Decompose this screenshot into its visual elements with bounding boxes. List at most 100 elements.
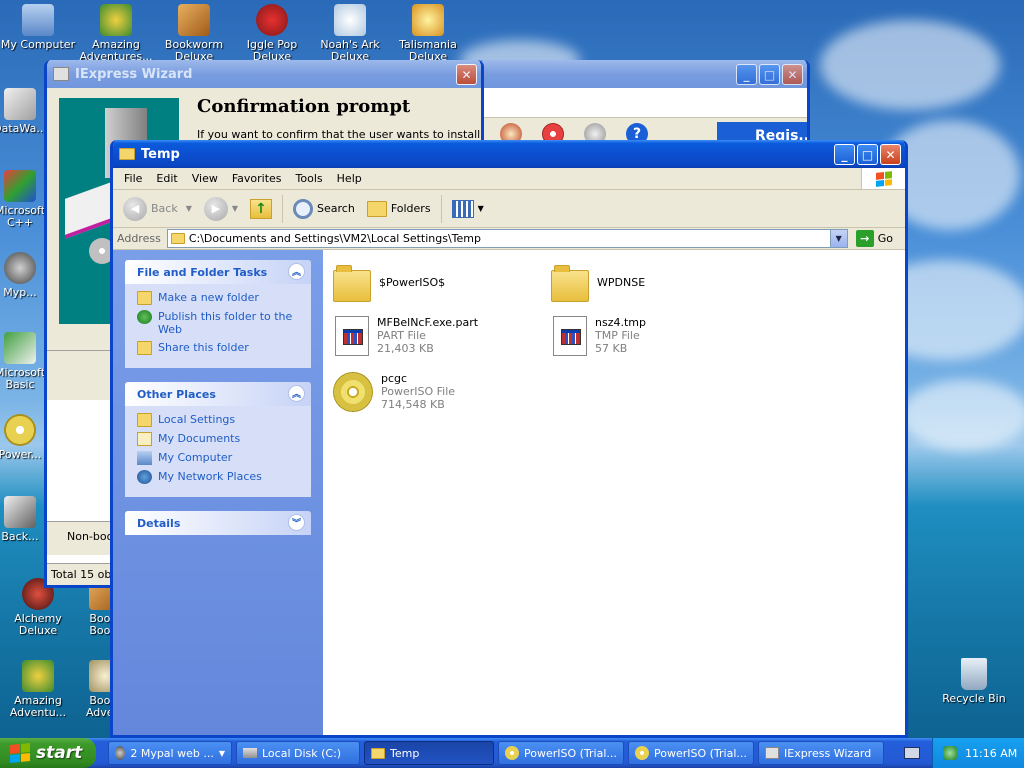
- panel-header[interactable]: Details ︾: [125, 511, 311, 535]
- place-my-computer[interactable]: My Computer: [137, 451, 301, 465]
- desktop-icon-amazing-adventures[interactable]: Amazing Adventures...: [78, 4, 154, 63]
- chevron-down-icon: ▼: [477, 204, 484, 213]
- taskbar-item-poweriso-2[interactable]: PowerISO (Trial...: [628, 741, 754, 765]
- search-button[interactable]: Search: [289, 197, 359, 221]
- desktop-icon-back[interactable]: Back...: [0, 496, 50, 543]
- toolbar: ◀ Back ▼ ▶ ▼ ↑ Search Folders ▼: [113, 190, 905, 228]
- taskbar-item-poweriso-1[interactable]: PowerISO (Trial...: [498, 741, 624, 765]
- iexpress-titlebar[interactable]: IExpress Wizard ✕: [47, 60, 481, 88]
- address-input[interactable]: C:\Documents and Settings\VM2\Local Sett…: [166, 229, 848, 248]
- menu-help[interactable]: Help: [330, 172, 369, 185]
- desktop-icon-noahs-ark[interactable]: Noah's Ark Deluxe: [312, 4, 388, 63]
- maximize-button[interactable]: □: [759, 64, 780, 85]
- expand-down-icon[interactable]: ︾: [288, 514, 305, 531]
- desktop-icon-datawa[interactable]: DataWa...: [0, 88, 50, 135]
- place-my-documents[interactable]: My Documents: [137, 432, 301, 446]
- taskbar-item-local-disk[interactable]: Local Disk (C:): [236, 741, 360, 765]
- minimize-button[interactable]: _: [736, 64, 757, 85]
- search-icon: [293, 198, 314, 219]
- network-tray-icon[interactable]: [943, 746, 957, 760]
- file-name: MFBelNcF.exe.part: [377, 316, 479, 329]
- menu-file[interactable]: File: [117, 172, 149, 185]
- file-item[interactable]: $PowerISO$: [333, 265, 446, 302]
- menu-edit[interactable]: Edit: [149, 172, 184, 185]
- back-button[interactable]: ◀ Back ▼: [119, 195, 196, 223]
- desktop-icon-label: Alchemy Deluxe: [14, 612, 62, 637]
- folders-button[interactable]: Folders: [363, 199, 435, 219]
- file-item[interactable]: pcgc PowerISO File 714,548 KB: [333, 372, 455, 412]
- chevron-down-icon[interactable]: ▼: [186, 204, 192, 213]
- place-local-settings[interactable]: Local Settings: [137, 413, 301, 427]
- forward-button[interactable]: ▶ ▼: [200, 195, 242, 223]
- file-item[interactable]: nsz4.tmp TMP File 57 KB: [553, 316, 646, 356]
- wizard-heading: Confirmation prompt: [197, 96, 411, 117]
- desktop-icon-amazing-adventures-2[interactable]: Amazing Adventu...: [0, 660, 76, 719]
- poweriso-titlebar[interactable]: _ □ ✕: [480, 60, 807, 88]
- share-folder-icon: [137, 341, 152, 355]
- forward-arrow-icon: ▶: [203, 196, 228, 221]
- place-my-network-places[interactable]: My Network Places: [137, 470, 301, 484]
- desktop-icon-ms-basic[interactable]: Microsoft Basic: [0, 332, 50, 391]
- task-publish-web[interactable]: Publish this folder to the Web: [137, 310, 301, 336]
- file-item[interactable]: MFBelNcF.exe.part PART File 21,403 KB: [335, 316, 478, 356]
- desktop-icon-label: Microsoft C++: [0, 204, 46, 229]
- collapse-up-icon[interactable]: ︽: [288, 385, 305, 402]
- menu-tools[interactable]: Tools: [289, 172, 330, 185]
- go-label: Go: [877, 232, 893, 245]
- start-button[interactable]: start: [0, 738, 96, 768]
- task-share-folder[interactable]: Share this folder: [137, 341, 301, 355]
- folders-label: Folders: [390, 202, 431, 215]
- desktop-icon-label: Microsoft Basic: [0, 366, 46, 391]
- task-label: Share this folder: [158, 341, 249, 354]
- desktop-icon-myp[interactable]: Myp...: [0, 252, 50, 299]
- taskbar-item-mypal[interactable]: 2 Mypal web ... ▼: [108, 741, 232, 765]
- address-dropdown-icon[interactable]: ▼: [829, 230, 847, 247]
- infinity-icon: [4, 170, 36, 202]
- file-item[interactable]: WPDNSE: [551, 265, 645, 302]
- panel-header[interactable]: File and Folder Tasks ︽: [125, 260, 311, 284]
- file-type: TMP File: [595, 329, 640, 342]
- desktop-icon-my-computer[interactable]: My Computer: [0, 4, 76, 51]
- maximize-button[interactable]: □: [857, 144, 878, 165]
- desktop-icon-ms-cpp[interactable]: Microsoft C++: [0, 170, 50, 229]
- details-panel: Details ︾: [125, 511, 311, 535]
- panel-header[interactable]: Other Places ︽: [125, 382, 311, 406]
- system-tray: 11:16 AM: [932, 738, 1024, 768]
- close-button[interactable]: ✕: [456, 64, 477, 85]
- disc-icon: [505, 746, 519, 760]
- desktop-icon-bookworm[interactable]: Bookworm Deluxe: [156, 4, 232, 63]
- start-label: start: [36, 743, 83, 763]
- file-type: PART File: [377, 329, 426, 342]
- computer-icon: [22, 4, 54, 36]
- desktop-icon-talismania[interactable]: Talismania Deluxe: [390, 4, 466, 63]
- desktop-icon-iggle-pop[interactable]: Iggle Pop Deluxe: [234, 4, 310, 63]
- taskbar-item-temp[interactable]: Temp: [364, 741, 494, 765]
- minimize-button[interactable]: _: [834, 144, 855, 165]
- recycle-bin-icon: [961, 658, 987, 690]
- views-button[interactable]: ▼: [448, 198, 488, 220]
- clock[interactable]: 11:16 AM: [965, 747, 1017, 760]
- close-button[interactable]: ✕: [880, 144, 901, 165]
- up-folder-button[interactable]: ↑: [246, 197, 276, 221]
- network-icon: [137, 470, 152, 484]
- task-pane: File and Folder Tasks ︽ Make a new folde…: [113, 250, 323, 735]
- desktop-icon-recycle-bin[interactable]: Recycle Bin: [936, 658, 1012, 705]
- desktop-icon-label: My Computer: [0, 38, 76, 51]
- desktop-icon-label: DataWa...: [0, 122, 47, 135]
- taskbar-item-iexpress[interactable]: IExpress Wizard: [758, 741, 884, 765]
- menu-favorites[interactable]: Favorites: [225, 172, 289, 185]
- poweriso-window[interactable]: _ □ ✕ ? Regis...: [477, 60, 810, 150]
- chevron-down-icon[interactable]: ▼: [232, 204, 238, 213]
- taskbar-item-label: IExpress Wizard: [784, 746, 872, 760]
- publish-web-icon: [137, 310, 152, 324]
- task-make-new-folder[interactable]: Make a new folder: [137, 291, 301, 305]
- menu-view[interactable]: View: [185, 172, 225, 185]
- go-button[interactable]: → Go: [852, 228, 897, 249]
- explorer-titlebar[interactable]: Temp _ □ ✕: [113, 140, 905, 168]
- explorer-window[interactable]: Temp _ □ ✕ File Edit View Favorites Tool…: [110, 140, 908, 738]
- close-button[interactable]: ✕: [782, 64, 803, 85]
- keyboard-icon[interactable]: [904, 747, 920, 759]
- collapse-up-icon[interactable]: ︽: [288, 263, 305, 280]
- file-name: $PowerISO$: [379, 276, 446, 289]
- desktop-icon-power[interactable]: Power...: [0, 414, 50, 461]
